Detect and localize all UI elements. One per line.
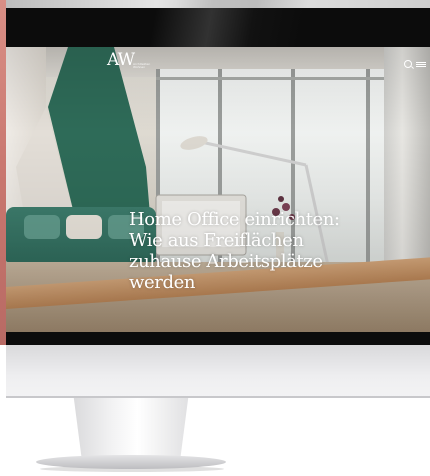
monitor-gloss — [6, 0, 430, 48]
monitor-stand-base — [36, 455, 226, 469]
site-logo-tagline: Architekten Wohnen — [133, 62, 151, 70]
header-actions — [404, 60, 426, 68]
monitor-stand — [73, 398, 189, 458]
menu-icon[interactable] — [416, 61, 426, 68]
monitor-chin — [6, 345, 430, 397]
hero-title: Home Office einrichten: Wie aus Freifläc… — [129, 209, 340, 293]
search-icon[interactable] — [404, 60, 412, 68]
desktop-mockup: AW Architekten Wohnen Home Office einric… — [0, 0, 430, 476]
site-logo[interactable]: AW — [107, 52, 135, 69]
